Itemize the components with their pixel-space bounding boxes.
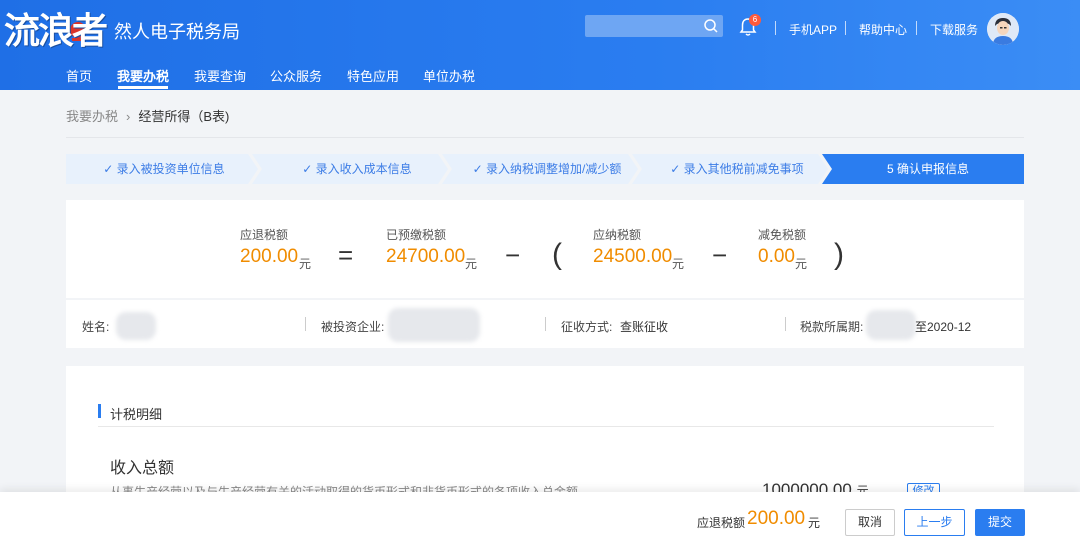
income-title: 收入总额 [110,460,175,477]
unit-label: 元 [299,257,312,271]
step-4[interactable]: ✓ 录入其他税前减免事项 [642,154,832,184]
chevron-right-icon: › [126,109,131,124]
nav-query[interactable]: 我要查询 [194,66,246,85]
divider [305,317,306,331]
download-service-link[interactable]: 下载服务 [930,21,978,38]
divider [845,21,846,35]
redacted-period-start [866,310,916,340]
bottom-refund-label: 应退税额 [697,516,746,530]
method-value: 查账征收 [620,320,669,334]
unit-label: 元 [808,516,821,530]
unit-label: 元 [795,257,808,271]
equals-sign: = [338,240,354,270]
section-title: 计税明细 [110,407,163,422]
bottom-refund-amount: 200.00 [747,508,806,529]
step-1[interactable]: ✓ 录入被投资单位信息 [66,154,262,184]
company-label: 被投资企业: [321,320,385,334]
close-paren: ) [834,238,844,271]
divider [98,426,994,427]
main-nav: 首页 我要办税 我要查询 公众服务 特色应用 单位办税 [0,60,1080,90]
cancel-button[interactable]: 取消 [845,509,895,536]
step-3[interactable]: ✓ 录入纳税调整增加/减少额 [452,154,642,184]
breadcrumb-parent[interactable]: 我要办税 [66,109,118,124]
bottom-action-bar: 应退税额 200.00 元 取消 上一步 提交 [0,492,1080,536]
nav-home[interactable]: 首页 [66,66,92,85]
redacted-name [116,312,156,340]
mobile-app-link[interactable]: 手机APP [789,21,837,38]
reduction-label: 减免税额 [758,228,807,242]
minus-sign: − [712,240,728,270]
payable-value: 24500.00 [593,246,673,267]
nav-unit-tax[interactable]: 单位办税 [423,66,475,85]
submit-button[interactable]: 提交 [975,509,1025,536]
taxpayer-info-card: 姓名: 被投资企业: 征收方式: 查账征收 税款所属期: 至2020-12 [66,300,1024,348]
payable-label: 应纳税额 [593,228,642,242]
divider [775,21,776,35]
tax-formula-card: 应退税额 200.00 元 = 已预缴税额 24700.00 元 − ( 应纳税… [66,200,1024,298]
step-2[interactable]: ✓ 录入收入成本信息 [262,154,452,184]
prepaid-label: 已预缴税额 [386,228,447,242]
previous-step-button[interactable]: 上一步 [904,509,965,536]
reduction-value: 0.00 [758,246,795,267]
nav-special-apps[interactable]: 特色应用 [347,66,399,85]
name-label: 姓名: [82,320,110,334]
divider [916,21,917,35]
search-input[interactable] [585,15,723,37]
method-label: 征收方式: [561,320,613,334]
period-value: 至2020-12 [915,320,972,334]
progress-steps: ✓ 录入被投资单位信息 ✓ 录入收入成本信息 ✓ 录入纳税调整增加/减少额 ✓ … [66,154,1024,184]
divider [66,137,1024,138]
watermark-logo: 流浪者 [4,11,108,52]
site-title: 然人电子税务局 [114,22,240,42]
nav-active-indicator [118,86,168,89]
minus-sign: − [505,240,521,270]
step-5-current[interactable]: 5 确认申报信息 [832,154,1024,184]
help-center-link[interactable]: 帮助中心 [859,21,907,38]
breadcrumb: 我要办税 › 经营所得（B表) [66,106,229,125]
redacted-company [388,308,480,342]
refund-label: 应退税额 [240,228,289,242]
nav-public-service[interactable]: 公众服务 [270,66,322,85]
unit-label: 元 [465,257,478,271]
unit-label: 元 [672,257,685,271]
period-label: 税款所属期: [800,320,864,334]
section-marker [98,404,101,418]
open-paren: ( [552,238,562,271]
user-avatar-icon [987,13,1019,45]
prepaid-value: 24700.00 [386,246,466,267]
divider [785,317,786,331]
divider [545,317,546,331]
top-header: 流浪者 然人电子税务局 6 手机APP 帮助中心 下载服务 首页 我要办税 我要… [0,0,1080,90]
breadcrumb-current: 经营所得（B表) [138,109,230,124]
refund-value: 200.00 [240,246,299,267]
nav-tax-handling[interactable]: 我要办税 [117,66,169,85]
search-icon[interactable] [703,18,719,34]
avatar[interactable] [987,13,1019,45]
notification-badge: 6 [749,14,761,26]
